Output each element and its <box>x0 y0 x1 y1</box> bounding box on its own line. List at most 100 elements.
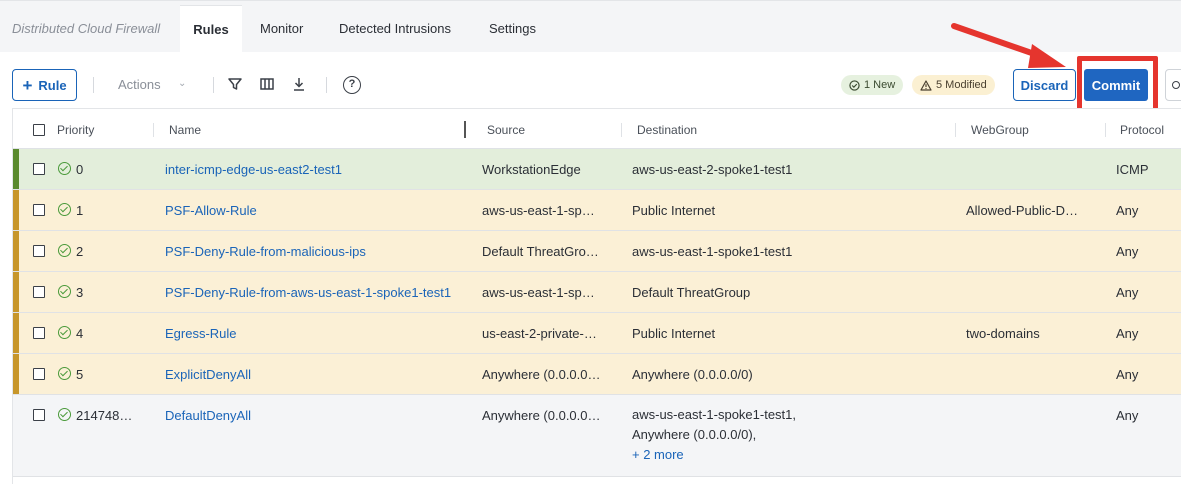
top-tab-bar: Distributed Cloud Firewall Rules Monitor… <box>0 0 1181 53</box>
webgroup-cell: Allowed-Public-D… <box>966 203 1078 218</box>
tab-label: Rules <box>193 22 229 37</box>
source-cell: Anywhere (0.0.0.0… <box>482 408 601 423</box>
chevron-down-icon: ⌄ <box>178 78 187 89</box>
warning-icon <box>920 79 932 91</box>
commit-highlight-box <box>1077 56 1158 114</box>
protocol-cell: Any <box>1116 367 1139 382</box>
check-circle-icon <box>58 162 71 175</box>
source-cell: WorkstationEdge <box>482 162 581 177</box>
destination-cell: Public Internet <box>632 203 716 218</box>
table-row[interactable]: 3 PSF-Deny-Rule-from-aws-us-east-1-spoke… <box>13 272 1181 313</box>
modified-status-stripe <box>13 313 19 353</box>
check-circle-icon <box>58 244 71 257</box>
priority-cell: 2 <box>76 244 84 259</box>
column-header-destination[interactable]: Destination <box>637 123 697 137</box>
modified-badge-label: 5 Modified <box>936 79 987 91</box>
rule-name-link[interactable]: Egress-Rule <box>165 326 237 341</box>
destination-cell: Public Internet <box>632 326 716 341</box>
modified-status-stripe <box>13 190 19 230</box>
column-divider <box>153 123 154 137</box>
webgroup-cell: two-domains <box>966 326 1040 341</box>
divider <box>326 77 327 93</box>
help-icon[interactable]: ? <box>343 76 361 94</box>
plus-icon: + <box>22 75 33 95</box>
tab-rules[interactable]: Rules <box>180 5 242 53</box>
column-header-source[interactable]: Source <box>487 123 525 137</box>
column-resize-handle[interactable] <box>464 121 466 138</box>
row-checkbox[interactable] <box>33 368 45 380</box>
tab-detected-intrusions[interactable]: Detected Intrusions <box>339 21 451 36</box>
table-row[interactable]: 2 PSF-Deny-Rule-from-malicious-ips Defau… <box>13 231 1181 272</box>
protocol-cell: Any <box>1116 285 1139 300</box>
download-icon[interactable] <box>291 76 307 92</box>
show-more-link[interactable]: + 2 more <box>632 445 796 465</box>
check-circle-icon <box>58 408 71 421</box>
discard-button[interactable]: Discard <box>1013 69 1076 101</box>
table-header: Priority Name Source Destination WebGrou… <box>13 108 1181 149</box>
add-rule-label: Rule <box>38 77 67 93</box>
row-checkbox[interactable] <box>33 286 45 298</box>
check-circle-icon <box>849 79 860 91</box>
row-checkbox[interactable] <box>33 245 45 257</box>
priority-cell: 4 <box>76 326 84 341</box>
toolbar: + Rule Actions ⌄ ? 1 New 5 Modified Disc… <box>0 52 1181 108</box>
column-divider <box>1105 123 1106 137</box>
filter-icon[interactable] <box>227 76 243 92</box>
rules-table: Priority Name Source Destination WebGrou… <box>12 108 1181 484</box>
tab-monitor[interactable]: Monitor <box>260 21 303 36</box>
divider <box>93 77 94 93</box>
column-header-priority[interactable]: Priority <box>57 123 94 137</box>
column-header-protocol[interactable]: Protocol <box>1120 123 1164 137</box>
destination-cell: aws-us-east-1-spoke1-test1 <box>632 244 793 259</box>
rule-name-link[interactable]: DefaultDenyAll <box>165 408 251 423</box>
check-circle-icon <box>58 367 71 380</box>
destination-cell: aws-us-east-1-spoke1-test1, Anywhere (0.… <box>632 405 796 465</box>
rule-name-link[interactable]: PSF-Deny-Rule-from-malicious-ips <box>165 244 366 259</box>
row-checkbox[interactable] <box>33 204 45 216</box>
table-row[interactable]: 5 ExplicitDenyAll Anywhere (0.0.0.0… Any… <box>13 354 1181 395</box>
table-row[interactable]: 1 PSF-Allow-Rule aws-us-east-1-sp… Publi… <box>13 190 1181 231</box>
source-cell: aws-us-east-1-sp… <box>482 285 595 300</box>
protocol-cell: Any <box>1116 203 1139 218</box>
rule-name-link[interactable]: inter-icmp-edge-us-east2-test1 <box>165 162 342 177</box>
rule-name-link[interactable]: PSF-Allow-Rule <box>165 203 257 218</box>
check-circle-icon <box>58 285 71 298</box>
modified-count-badge: 5 Modified <box>912 75 995 95</box>
search-icon <box>1172 81 1180 89</box>
protocol-cell: Any <box>1116 326 1139 341</box>
modified-status-stripe <box>13 272 19 312</box>
priority-cell: 214748… <box>76 408 133 423</box>
rule-name-link[interactable]: ExplicitDenyAll <box>165 367 251 382</box>
select-all-checkbox[interactable] <box>33 124 45 136</box>
source-cell: Default ThreatGro… <box>482 244 599 259</box>
priority-cell: 3 <box>76 285 84 300</box>
row-checkbox[interactable] <box>33 163 45 175</box>
destination-line: aws-us-east-1-spoke1-test1, <box>632 407 797 422</box>
source-cell: us-east-2-private-… <box>482 326 597 341</box>
column-divider <box>621 123 622 137</box>
protocol-cell: Any <box>1116 408 1139 423</box>
destination-line: Anywhere (0.0.0.0/0), <box>632 427 757 442</box>
new-status-stripe <box>13 149 19 189</box>
table-row[interactable]: 4 Egress-Rule us-east-2-private-… Public… <box>13 313 1181 354</box>
table-row[interactable]: 214748… DefaultDenyAll Anywhere (0.0.0.0… <box>13 395 1181 477</box>
actions-dropdown[interactable]: Actions <box>118 77 161 92</box>
table-row[interactable]: 0 inter-icmp-edge-us-east2-test1 Worksta… <box>13 149 1181 190</box>
column-divider <box>955 123 956 137</box>
column-header-webgroup[interactable]: WebGroup <box>971 123 1029 137</box>
column-header-name[interactable]: Name <box>169 123 201 137</box>
tab-settings[interactable]: Settings <box>489 21 536 36</box>
check-circle-icon <box>58 326 71 339</box>
more-options-button[interactable] <box>1165 69 1181 101</box>
app-title: Distributed Cloud Firewall <box>12 21 161 36</box>
row-checkbox[interactable] <box>33 327 45 339</box>
row-checkbox[interactable] <box>33 409 45 421</box>
rule-name-link[interactable]: PSF-Deny-Rule-from-aws-us-east-1-spoke1-… <box>165 285 451 300</box>
divider <box>213 77 214 93</box>
source-cell: aws-us-east-1-sp… <box>482 203 595 218</box>
protocol-cell: Any <box>1116 244 1139 259</box>
add-rule-button[interactable]: + Rule <box>12 69 77 101</box>
destination-cell: Anywhere (0.0.0.0/0) <box>632 367 753 382</box>
columns-icon[interactable] <box>259 76 275 92</box>
modified-status-stripe <box>13 231 19 271</box>
